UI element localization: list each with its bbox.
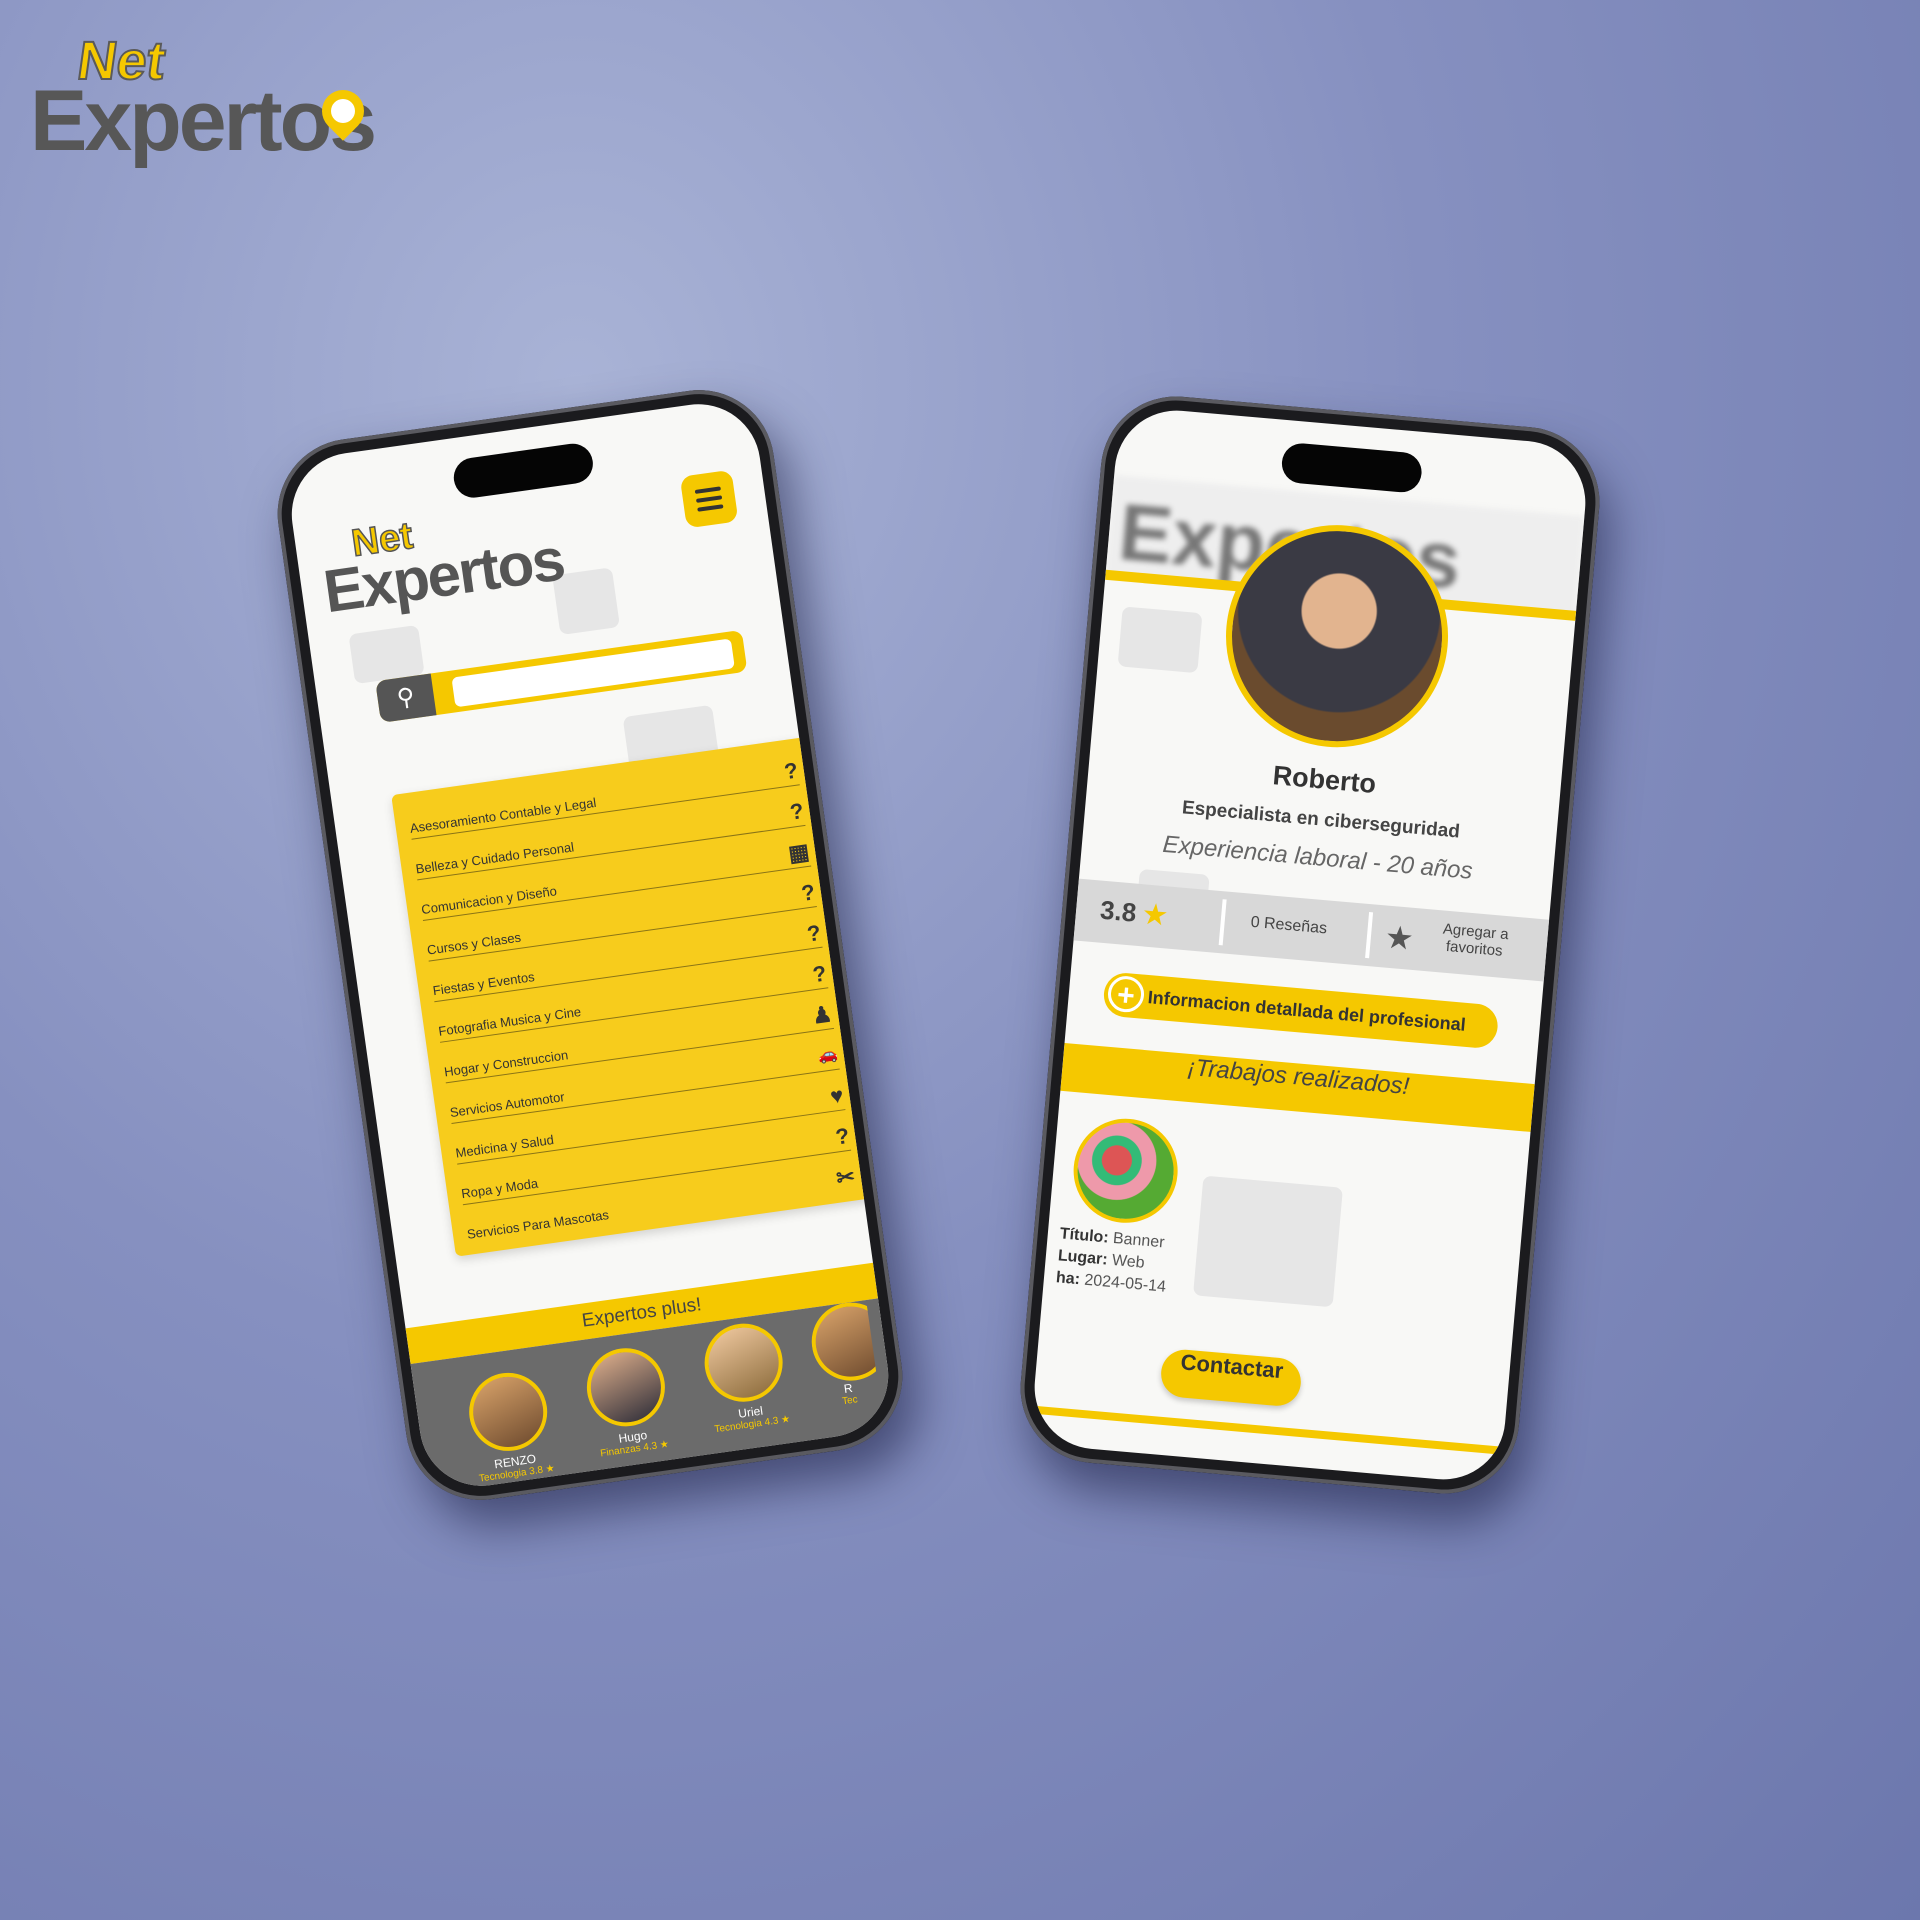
reviews-link[interactable]: 0 Reseñas: [1250, 914, 1328, 939]
job-thumbnail[interactable]: [1069, 1114, 1182, 1228]
job-meta-value: 2024-05-14: [1083, 1271, 1167, 1296]
avatar: [806, 1300, 881, 1386]
expert-rating: 4.3: [763, 1415, 780, 1429]
dynamic-island: [1280, 441, 1424, 494]
star-icon: ★: [544, 1463, 556, 1476]
expert-rating: 4.3: [642, 1440, 658, 1454]
category-label: Servicios Para Mascotas: [466, 1207, 610, 1242]
footer-bar: [1032, 1405, 1504, 1455]
contact-button[interactable]: Contactar: [1159, 1347, 1303, 1408]
avatar: [464, 1367, 553, 1456]
rating-value: 3.8: [1098, 894, 1138, 928]
expert-card[interactable]: Uriel Tecnologia 4.3 ★: [689, 1317, 803, 1437]
avatar: [699, 1318, 788, 1407]
expert-card[interactable]: Hugo Finanzas 4.3 ★: [571, 1342, 685, 1462]
expert-card[interactable]: RENZO Tecnologia 3.8 ★: [453, 1366, 567, 1486]
divider: [1365, 912, 1374, 959]
expert-card[interactable]: R Tec: [806, 1300, 881, 1410]
brand-logo: Net Expertos: [30, 30, 430, 169]
star-icon: ★: [659, 1438, 670, 1452]
help-icon: ?: [788, 798, 806, 825]
avatar: [581, 1343, 670, 1432]
profile-rating: 3.8 ★: [1099, 895, 1168, 932]
star-outline-icon[interactable]: ★: [1383, 918, 1415, 958]
search-button[interactable]: ⚲: [375, 673, 437, 723]
help-icon: ?: [811, 960, 828, 988]
add-favorite-button[interactable]: Agregar a favoritos: [1429, 920, 1522, 962]
heart-icon: ♥: [828, 1082, 846, 1109]
profile-stats-bar: 3.8 ★ 0 Reseñas ★ Agregar a favoritos: [1073, 878, 1550, 982]
plus-icon: +: [1106, 974, 1146, 1014]
home-screen: Net Expertos ⚲ Asesoramiento Contable y …: [283, 396, 897, 1494]
detailed-info-label: Informacion detallada del profesional: [1146, 987, 1467, 1035]
detailed-info-button[interactable]: + Informacion detallada del profesional: [1102, 971, 1500, 1050]
phone-profile: Expertos Roberto Especialista en ciberse…: [1014, 390, 1606, 1500]
help-icon: ?: [805, 919, 823, 947]
search-input[interactable]: [451, 638, 735, 708]
star-icon: ★: [1142, 898, 1169, 931]
job-meta-key: Título:: [1059, 1225, 1110, 1247]
job-meta-key: Lugar:: [1057, 1247, 1109, 1269]
profile-screen: Expertos Roberto Especialista en ciberse…: [1029, 405, 1591, 1485]
design-icon: ▦: [786, 838, 811, 867]
help-icon: ?: [833, 1122, 851, 1150]
search-icon: ⚲: [395, 683, 417, 713]
job-meta-value: Banner: [1112, 1229, 1166, 1252]
car-icon: 🚗: [816, 1045, 839, 1066]
expert-rating: 3.8: [528, 1464, 544, 1478]
hamburger-icon: [694, 486, 721, 494]
divider: [1218, 899, 1227, 946]
star-icon: ★: [780, 1413, 791, 1426]
brand-logo-expertos: Expertos: [30, 73, 377, 169]
job-meta: Título: Banner Lugar: Web ha: 2024-05-14: [1055, 1223, 1171, 1298]
worker-icon: ♟: [810, 1001, 834, 1029]
hamburger-menu-button[interactable]: [679, 469, 739, 529]
job-meta-value: Web: [1111, 1251, 1146, 1272]
pet-icon: ✂: [834, 1163, 857, 1191]
help-icon: ?: [799, 879, 817, 906]
job-meta-key: ha:: [1055, 1269, 1081, 1289]
phone-home: Net Expertos ⚲ Asesoramiento Contable y …: [267, 380, 913, 1510]
help-icon: ?: [782, 757, 800, 785]
category-list: Asesoramiento Contable y Legal? Belleza …: [391, 736, 872, 1257]
